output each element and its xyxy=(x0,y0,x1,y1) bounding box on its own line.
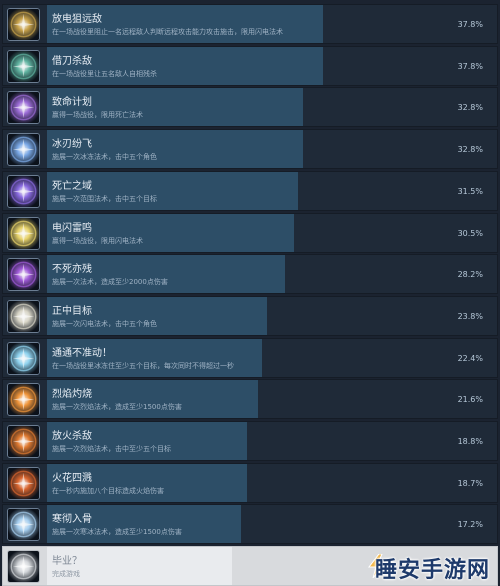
swirl-spirit-icon xyxy=(7,49,40,83)
achievement-row[interactable]: 正中目标施展一次闪电法术，击中五个角色 23.8% xyxy=(2,295,498,336)
fire-sparks-icon xyxy=(7,466,40,500)
fire-burst-icon xyxy=(7,425,40,458)
achievement-title: 死亡之域 xyxy=(52,180,92,192)
death-plan-icon xyxy=(7,91,40,125)
death-domain-icon xyxy=(7,174,40,208)
achievement-row[interactable]: 致命计划赢得一场战役，限用死亡法术 32.8% xyxy=(2,87,498,128)
achievement-row[interactable]: 死亡之域施展一次范围法术，击中五个目标 31.5% xyxy=(2,170,498,211)
achievement-description: 赢得一场战役，限用闪电法术 xyxy=(52,236,143,245)
achievement-description: 在一秒内施加八个目标造成火焰伤害 xyxy=(52,486,164,495)
achievement-row[interactable]: 电闪雷鸣赢得一场战役，限用闪电法术 30.5% xyxy=(2,212,498,253)
achievement-row[interactable]: 毕业？ 完成游戏 xyxy=(2,546,498,586)
purple-blast-icon xyxy=(7,258,40,292)
achievement-description: 在一场战役里阻止一名远程敌人判断远程攻击能力攻击施击，限用闪电法术 xyxy=(52,28,283,36)
achievement-description: 完成游戏 xyxy=(52,570,80,579)
achievement-title: 借刀杀敌 xyxy=(52,55,92,67)
thunder-burst-icon xyxy=(7,216,40,250)
unlock-percentage: 30.5% xyxy=(457,228,483,238)
achievement-title: 正中目标 xyxy=(52,305,92,317)
achievement-title: 烈焰灼烧 xyxy=(52,389,92,401)
achievement-title: 放火杀敌 xyxy=(52,431,92,442)
unlock-percentage: 28.2% xyxy=(457,270,483,280)
achievement-description: 施展一次法术，造成至少2000点伤害 xyxy=(52,278,168,287)
unlock-percentage: 32.8% xyxy=(457,103,483,113)
frost-star-icon xyxy=(7,341,40,375)
unlock-percentage: 22.4% xyxy=(457,353,483,363)
achievement-row[interactable]: 冰刃纷飞施展一次冰冻法术，击中五个角色 32.8% xyxy=(2,129,498,170)
achievement-title: 放电狙远敌 xyxy=(52,14,102,25)
achievement-description: 在一场战役里让五名敌人自相残杀 xyxy=(52,69,157,78)
achievement-title: 毕业？ xyxy=(52,556,82,568)
achievement-title: 寒彻入骨 xyxy=(52,514,92,526)
achievement-description: 施展一次范围法术，击中五个目标 xyxy=(52,194,157,203)
achievement-row[interactable]: 烈焰灼烧施展一次烈焰法术，造成至少1500点伤害 21.6% xyxy=(2,379,498,420)
achievement-description: 施展一次闪电法术，击中五个角色 xyxy=(52,319,157,328)
unlock-percentage: 21.6% xyxy=(457,395,483,405)
achievement-description: 在一场战役里冰冻住至少五个目标，每次同时不得超过一秒 xyxy=(52,361,234,370)
achievement-title: 冰刃纷飞 xyxy=(52,139,92,151)
achievement-description: 施展一次烈焰法术，造成至少1500点伤害 xyxy=(52,403,182,412)
unlock-percentage: 32.8% xyxy=(457,145,483,155)
achievement-row[interactable]: 火花四溅在一秒内施加八个目标造成火焰伤害 18.7% xyxy=(2,462,498,503)
achievement-title: 致命计划 xyxy=(52,97,92,109)
achievement-description: 施展一次冰冻法术，击中五个角色 xyxy=(52,153,157,162)
lightning-scroll-icon xyxy=(7,8,40,41)
achievement-row[interactable]: 不死亦残施展一次法术，造成至少2000点伤害 28.2% xyxy=(2,254,498,295)
achievement-description: 施展一次寒冰法术，造成至少1500点伤害 xyxy=(52,528,182,537)
unlock-percentage: 31.5% xyxy=(457,186,483,196)
unlock-percentage: 23.8% xyxy=(457,311,483,321)
unlock-percentage: 17.2% xyxy=(457,520,483,530)
unlock-percentage: 37.8% xyxy=(457,61,483,71)
achievement-title: 不死亦残 xyxy=(52,264,92,276)
achievement-row[interactable]: 放火杀敌施展一次烈焰法术，击中至少五个目标 18.8% xyxy=(2,421,498,461)
flame-icon xyxy=(7,383,40,417)
achievement-title: 电闪雷鸣 xyxy=(52,222,92,234)
achievement-row[interactable]: 通通不准动！ 在一场战役里冰冻住至少五个目标，每次同时不得超过一秒 22.4% xyxy=(2,337,498,378)
achievement-description: 施展一次烈焰法术，击中至少五个目标 xyxy=(52,445,171,453)
ice-blades-icon xyxy=(7,133,40,167)
achievement-description: 赢得一场战役，限用死亡法术 xyxy=(52,111,143,120)
achievement-row[interactable]: 借刀杀敌在一场战役里让五名敌人自相残杀 37.8% xyxy=(2,45,498,86)
achievement-title: 火花四溅 xyxy=(52,472,92,484)
frost-burst-icon xyxy=(7,508,40,542)
lightning-target-icon xyxy=(7,299,40,333)
unlock-percentage: 18.7% xyxy=(457,478,483,488)
unlock-percentage: 37.8% xyxy=(457,20,483,29)
unlock-percentage: 18.8% xyxy=(457,437,483,446)
achievement-title: 通通不准动！ xyxy=(52,347,112,359)
achievement-row[interactable]: 寒彻入骨施展一次寒冰法术，造成至少1500点伤害 17.2% xyxy=(2,504,498,545)
graduation-icon xyxy=(7,550,40,584)
achievement-row[interactable]: 放电狙远敌在一场战役里阻止一名远程敌人判断远程攻击能力攻击施击，限用闪电法术 37… xyxy=(2,4,498,44)
